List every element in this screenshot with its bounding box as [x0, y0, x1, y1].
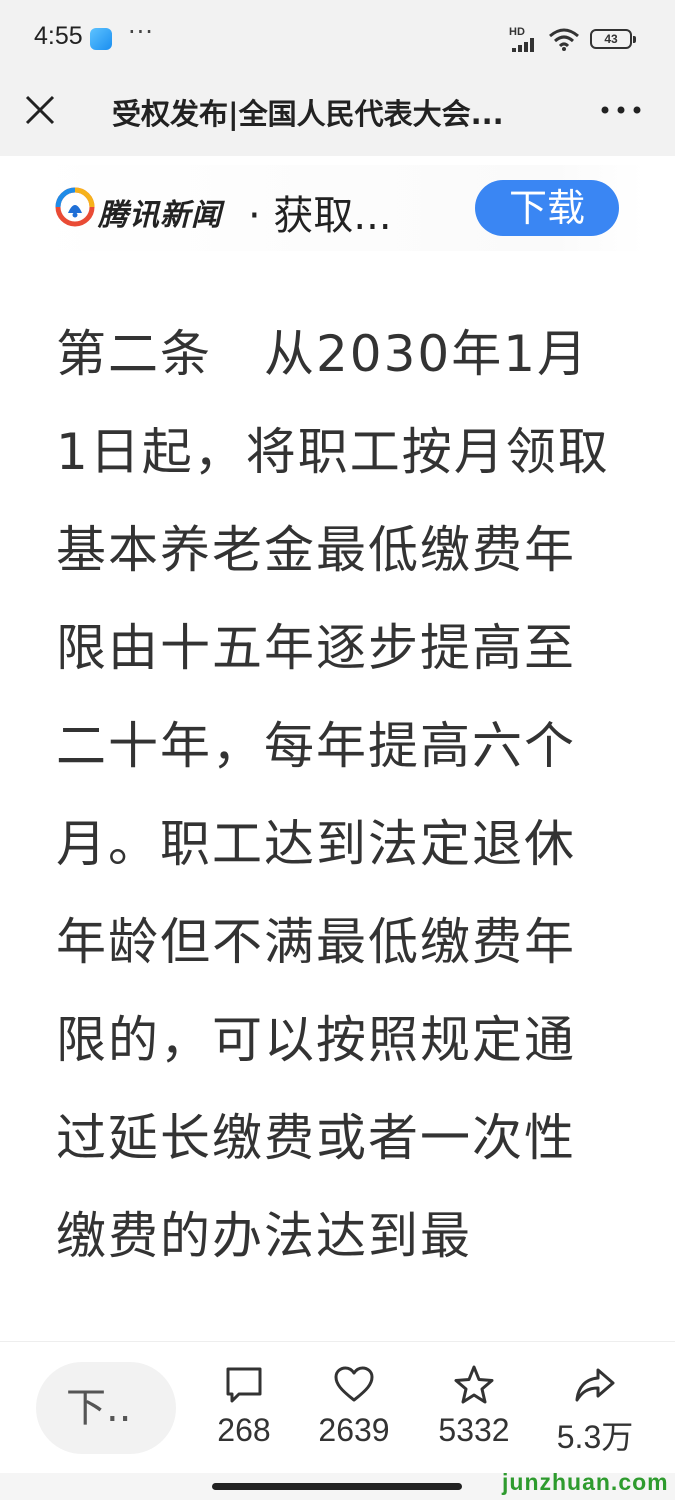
promo-text: · 获取...	[248, 193, 392, 239]
more-notifications-icon: ···	[128, 18, 154, 46]
share-count: 5.3万	[556, 1419, 634, 1455]
favorite-count: 5332	[438, 1412, 510, 1448]
comment-count: 268	[217, 1412, 271, 1448]
status-bar: 4:55 ··· HD 43	[0, 0, 675, 78]
comment-button[interactable]: 268	[194, 1364, 294, 1449]
share-icon	[575, 1368, 615, 1402]
tencent-news-logo-icon	[55, 187, 95, 227]
app-notification-icon	[90, 28, 112, 50]
nav-bar: 受权发布|全国人民代表大会...	[0, 78, 675, 156]
watermark: junzhuan.com	[502, 1469, 669, 1495]
close-icon[interactable]	[20, 90, 60, 130]
comment-icon	[226, 1367, 262, 1403]
page-title: 受权发布|全国人民代表大会...	[112, 97, 504, 131]
home-indicator[interactable]	[212, 1483, 462, 1490]
battery-icon: 43	[590, 29, 636, 49]
star-icon	[454, 1365, 494, 1404]
share-button[interactable]: 5.3万	[545, 1364, 645, 1458]
heart-icon	[334, 1366, 374, 1402]
hd-label: HD	[509, 26, 525, 38]
brand-name: 腾讯新闻	[98, 198, 222, 233]
wifi-icon	[549, 28, 579, 51]
bottom-action-bar: 下.. 268 2639 5332 5.3万	[0, 1341, 675, 1473]
like-button[interactable]: 2639	[304, 1364, 404, 1449]
article-body: 第二条 从2030年1月1日起，将职工按月领取基本养老金最低缴费年限由十五年逐步…	[56, 325, 610, 1265]
comment-input[interactable]: 下..	[36, 1362, 176, 1454]
status-time: 4:55	[34, 22, 83, 50]
favorite-button[interactable]: 5332	[424, 1364, 524, 1449]
app-promo-banner[interactable]: 腾讯新闻 · 获取... 下载	[30, 165, 645, 251]
download-button[interactable]: 下载	[475, 180, 619, 236]
signal-icon	[512, 38, 534, 52]
like-count: 2639	[318, 1412, 390, 1448]
more-options-icon[interactable]	[596, 90, 646, 130]
